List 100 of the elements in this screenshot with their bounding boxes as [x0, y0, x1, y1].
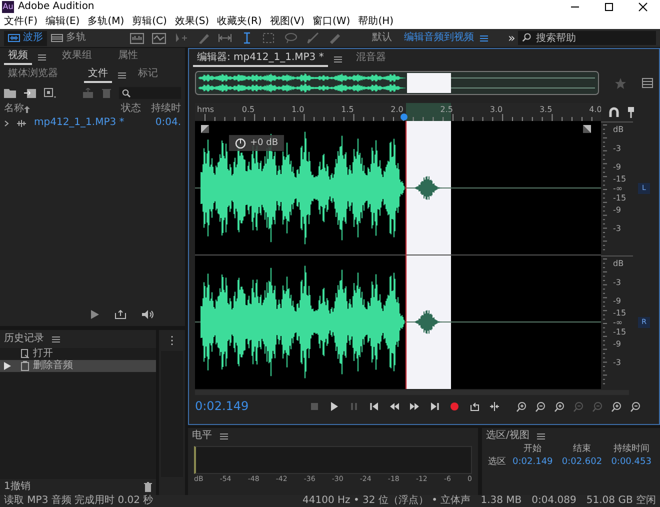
panel-tab[interactable]: 文件 — [84, 67, 112, 83]
panel-title: 电平 — [192, 430, 212, 442]
gain-hud[interactable]: +0 dB — [229, 135, 284, 151]
import-icon[interactable] — [24, 88, 36, 98]
menu-icon[interactable] — [118, 72, 126, 78]
db-label: -9 — [613, 162, 621, 172]
folder-icon[interactable] — [4, 88, 16, 98]
waveform-drawing[interactable] — [195, 121, 601, 389]
waveform-icon — [8, 33, 20, 43]
menu-item[interactable]: 多轨(M) — [84, 16, 128, 28]
menu-item[interactable]: 效果(S) — [170, 16, 214, 28]
menu-icon[interactable] — [334, 56, 342, 62]
column-header: 开始 — [522, 444, 543, 455]
mode-button[interactable]: 多轨 — [47, 30, 90, 46]
skip-back-icon[interactable] — [370, 402, 379, 410]
zoom-out-icon[interactable] — [630, 400, 641, 412]
playhead-icon[interactable] — [400, 113, 408, 121]
column-header[interactable]: 持续时 — [151, 103, 181, 115]
menu-icon[interactable] — [537, 432, 546, 440]
editor-tab[interactable]: 编辑器: mp412_1_1.MP3 * — [193, 51, 328, 67]
bandage-icon[interactable] — [328, 32, 342, 44]
zoom-in-icon[interactable] — [554, 400, 565, 412]
db-label: -∞ — [613, 184, 623, 193]
more-button[interactable]: » — [508, 30, 516, 46]
menu-icon[interactable] — [220, 432, 228, 440]
workspace-tab[interactable]: 默认 — [366, 32, 398, 44]
sort-arrow-icon[interactable] — [24, 106, 30, 112]
dashed-square-icon[interactable] — [262, 32, 276, 44]
magnet-icon[interactable] — [609, 106, 619, 116]
panel-tab[interactable]: 属性 — [114, 49, 142, 65]
file-row[interactable]: mp412_1_1.MP3 * 0:04. — [0, 116, 185, 130]
ruler-label: 3.0 — [490, 105, 503, 114]
corner-handle-icon[interactable] — [583, 125, 591, 133]
search-icon — [122, 88, 132, 98]
panel-tab[interactable]: 效果组 — [58, 49, 96, 65]
record-icon[interactable] — [450, 402, 459, 410]
mode-button[interactable]: 波形 — [4, 30, 47, 46]
search-field[interactable]: 搜索帮助 — [518, 31, 656, 45]
menu-item[interactable]: 剪辑(C) — [128, 16, 171, 28]
new-file-icon[interactable] — [44, 88, 56, 98]
zoom-in-icon[interactable] — [516, 400, 527, 412]
column-header[interactable]: 状态 — [121, 103, 141, 115]
skip-forward-icon[interactable] — [430, 402, 439, 410]
range-icon[interactable] — [218, 32, 232, 44]
time-value[interactable]: 0:02.602 — [557, 456, 607, 468]
close-icon[interactable] — [638, 2, 648, 12]
status-message: 读取 MP3 音频 完成用时 0.02 秒 — [4, 495, 154, 507]
workspace-tab[interactable]: 编辑音频到视频 — [398, 32, 480, 44]
ruler-label: 2.5 — [440, 105, 453, 114]
menu-item[interactable]: 文件(F) — [0, 16, 42, 28]
export-icon[interactable] — [115, 310, 126, 318]
monitor-icon[interactable] — [130, 32, 144, 44]
monitor-icon[interactable] — [152, 32, 166, 44]
brush-icon[interactable] — [306, 32, 320, 44]
history-item[interactable]: 删除音频 — [0, 360, 156, 372]
scrollbar[interactable] — [195, 390, 629, 395]
menu-icon[interactable] — [480, 34, 488, 42]
star-icon[interactable] — [615, 78, 626, 88]
editor-tab[interactable]: 混音器 — [352, 51, 390, 67]
panel-tab[interactable]: 视频 — [4, 49, 32, 65]
app-logo: Au — [2, 1, 14, 13]
panel-tab[interactable]: 媒体浏览器 — [4, 67, 62, 83]
time-value[interactable]: 0:02.149 — [508, 456, 558, 468]
arrow-cross-icon[interactable] — [174, 32, 188, 44]
db-label: -9 — [613, 296, 621, 306]
play-icon[interactable] — [330, 402, 339, 410]
selection-range[interactable] — [406, 103, 451, 121]
panel-menu-button[interactable]: ⋮ — [166, 334, 178, 348]
menu-icon[interactable] — [38, 54, 46, 60]
menu-item[interactable]: 编辑(E) — [42, 16, 84, 28]
menu-item[interactable]: 窗口(W) — [308, 16, 354, 28]
status-format: 44100 Hz • 32 位（浮点） • 立体声 — [302, 495, 471, 507]
pin-icon[interactable] — [627, 106, 635, 118]
menu-item[interactable]: 帮助(H) — [354, 16, 398, 28]
history-item[interactable]: 打开 — [0, 348, 156, 360]
corner-handle-icon[interactable] — [201, 125, 209, 133]
db-label: -3 — [613, 144, 621, 153]
trash-icon[interactable] — [144, 482, 152, 492]
time-display: 0:02.149 — [195, 398, 249, 414]
search-field[interactable] — [119, 87, 181, 99]
column-header[interactable]: 名称 — [4, 103, 24, 115]
menu-item[interactable]: 收藏夹(R) — [213, 16, 266, 28]
zoom-in-icon[interactable] — [610, 400, 622, 412]
speaker-icon[interactable] — [142, 310, 154, 318]
panel-tab[interactable]: 标记 — [134, 67, 162, 83]
blade-icon[interactable] — [196, 32, 210, 44]
knob-icon — [235, 138, 246, 148]
list-icon[interactable] — [642, 78, 653, 88]
overview-waveform-drawing[interactable] — [195, 71, 599, 95]
skip-selection-icon[interactable] — [490, 402, 499, 410]
play-icon[interactable] — [91, 310, 99, 318]
fast-forward-icon[interactable] — [410, 402, 419, 410]
rewind-icon[interactable] — [390, 402, 399, 410]
maximize-icon[interactable] — [604, 2, 614, 12]
time-value[interactable]: 0:00.453 — [606, 456, 656, 468]
lasso-icon[interactable] — [284, 32, 298, 44]
menu-icon[interactable] — [52, 336, 60, 342]
zoom-out-icon[interactable] — [534, 400, 546, 412]
loop-icon[interactable] — [470, 402, 479, 410]
menu-item[interactable]: 视图(V) — [266, 16, 308, 28]
